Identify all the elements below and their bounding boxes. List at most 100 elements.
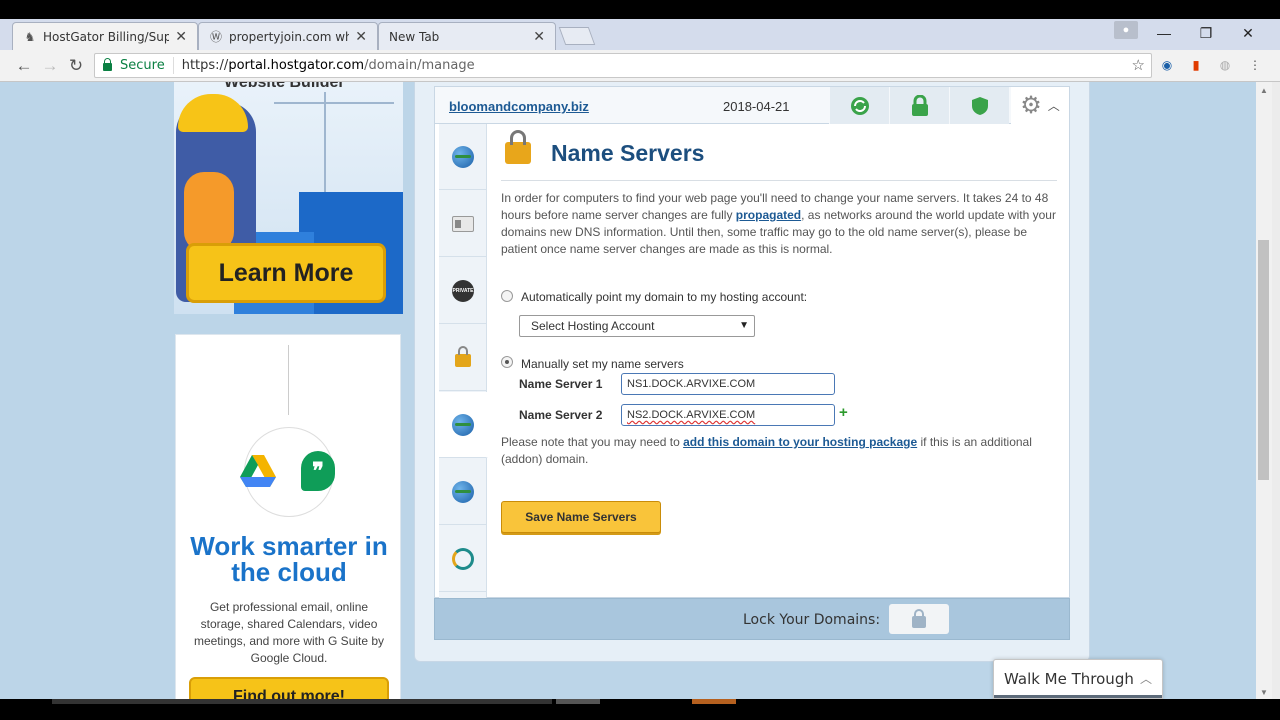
domain-row: bloomandcompany.biz 2018-04-21 ⚙ ︿	[434, 86, 1070, 124]
tab-title: HostGator Billing/Suppo	[43, 29, 170, 44]
hosting-account-select[interactable]: Select Hosting Account ▼	[519, 315, 755, 337]
ns1-input[interactable]: NS1.DOCK.ARVIXE.COM	[621, 373, 835, 395]
close-icon[interactable]: ✕	[355, 29, 367, 45]
tab-strip: ♞ HostGator Billing/Suppo ✕ Ⓦ propertyjo…	[0, 19, 1280, 50]
letterbox-top	[0, 0, 1280, 19]
privacy-cell[interactable]	[949, 87, 1009, 124]
office-icon[interactable]: ▮	[1187, 56, 1205, 74]
auto-point-label: Automatically point my domain to my host…	[521, 290, 808, 304]
globe-icon	[452, 145, 474, 168]
ad-headline: Work smarter in the cloud	[190, 531, 388, 587]
tab-propertyjoin[interactable]: Ⓦ propertyjoin.com whois | ✕	[198, 22, 378, 50]
dropdown-arrow-icon: ▼	[739, 320, 749, 331]
gator-icon: ♞	[24, 29, 36, 44]
add-name-server-icon[interactable]: +	[839, 404, 848, 421]
taskbar-item[interactable]	[556, 699, 600, 704]
scroll-down-icon[interactable]: ▼	[1260, 688, 1268, 697]
domain-name-link[interactable]: bloomandcompany.biz	[449, 99, 589, 114]
divider	[501, 180, 1057, 181]
menu-kebab-icon[interactable]: ⋮	[1246, 56, 1264, 74]
lock-domains-label: Lock Your Domains:	[743, 612, 881, 628]
scrollbar-thumb[interactable]	[1258, 240, 1269, 480]
sidenav-item-lock[interactable]	[439, 325, 487, 391]
walk-me-label: Walk Me Through	[1004, 670, 1134, 688]
manual-ns-radio[interactable]	[501, 356, 513, 368]
forward-arrow-icon[interactable]: →	[38, 54, 62, 78]
close-window-icon[interactable]: ✕	[1230, 19, 1266, 47]
select-value: Select Hosting Account	[531, 319, 655, 333]
gsuite-ad[interactable]: ❞ Work smarter in the cloud Get professi…	[175, 334, 401, 699]
crane-graphic	[324, 92, 326, 192]
wordpress-icon: Ⓦ	[209, 29, 222, 44]
name-servers-section: Name Servers In order for computers to f…	[501, 124, 1057, 598]
tab-title: propertyjoin.com whois |	[229, 29, 350, 44]
ns2-input[interactable]: NS2.DOCK.ARVIXE.COM	[621, 404, 835, 426]
page-title: Name Servers	[551, 140, 705, 166]
padlock-icon	[505, 130, 531, 164]
website-builder-ad[interactable]: Website Builder Learn More	[174, 82, 403, 314]
settings-toggle[interactable]: ⚙ ︿	[1011, 87, 1069, 124]
sidenav-item-contacts[interactable]	[439, 191, 487, 257]
ad-body: Get professional email, online storage, …	[193, 600, 385, 665]
chevron-up-icon: ︿	[1047, 99, 1060, 113]
sidenav-item-domain-overview[interactable]	[439, 124, 487, 190]
hangouts-icon: ❞	[301, 451, 335, 491]
lock-domains-toggle[interactable]	[889, 604, 949, 634]
scroll-up-icon[interactable]: ▲	[1260, 86, 1268, 95]
domain-lock-cell[interactable]	[889, 87, 949, 124]
id-card-icon	[452, 215, 474, 232]
close-icon[interactable]: ✕	[175, 29, 187, 45]
page-content: Website Builder Learn More ❞ Work smarte…	[0, 82, 1256, 699]
minimize-icon[interactable]: —	[1146, 19, 1182, 47]
auto-renew-icon	[850, 96, 869, 115]
url-text: https://portal.hostgator.com/domain/mana…	[174, 58, 475, 73]
ns1-label: Name Server 1	[519, 377, 603, 391]
page-scrollbar[interactable]: ▲ ▼	[1256, 82, 1272, 699]
learn-more-button[interactable]: Learn More	[186, 243, 386, 303]
sidenav-item-transfer[interactable]	[439, 526, 487, 592]
bookmark-star-icon[interactable]: ☆	[1132, 56, 1145, 74]
note-text-part: Please note that you may need to	[501, 435, 684, 449]
browser-toolbar: ← → ↻ Secure https://portal.hostgator.co…	[0, 50, 1280, 82]
back-arrow-icon[interactable]: ←	[12, 54, 36, 78]
taskbar-item[interactable]	[692, 699, 736, 704]
lock-icon	[912, 608, 926, 628]
globe-icon	[451, 413, 474, 436]
secure-indicator[interactable]: Secure	[95, 57, 174, 74]
tab-hostgator[interactable]: ♞ HostGator Billing/Suppo ✕	[12, 22, 198, 50]
globe-lock-icon	[452, 480, 474, 503]
domain-expiry-date: 2018-04-21	[723, 99, 790, 114]
transfer-icon	[452, 547, 474, 570]
globe-extension-icon[interactable]: ◍	[1216, 56, 1234, 74]
profile-icon[interactable]: ●	[1114, 21, 1138, 39]
auto-point-radio[interactable]	[501, 290, 513, 302]
sidenav-item-name-servers[interactable]	[439, 392, 488, 458]
restore-icon[interactable]: ❐	[1188, 19, 1224, 47]
tab-title: New Tab	[389, 29, 440, 44]
reload-icon[interactable]: ↻	[64, 54, 88, 78]
screen: ♞ HostGator Billing/Suppo ✕ Ⓦ propertyjo…	[0, 0, 1280, 720]
gator-belly	[184, 172, 234, 252]
ns2-label: Name Server 2	[519, 408, 603, 422]
walk-me-through-widget[interactable]: Walk Me Through ︿	[993, 659, 1163, 699]
window-edge	[1272, 82, 1280, 699]
add-domain-to-hosting-link[interactable]: add this domain to your hosting package	[683, 435, 917, 449]
sidenav-item-privacy[interactable]: PRIVATE	[439, 258, 487, 324]
save-name-servers-button[interactable]: Save Name Servers	[501, 501, 661, 533]
padlock-icon	[455, 346, 471, 367]
find-out-more-button[interactable]: Find out more!	[189, 677, 389, 699]
tab-new-tab[interactable]: New Tab ✕	[378, 22, 556, 50]
new-tab-button[interactable]	[558, 27, 596, 45]
extension-account-icon[interactable]: ◉	[1158, 56, 1176, 74]
close-icon[interactable]: ✕	[533, 29, 545, 45]
widget-underline	[994, 695, 1162, 698]
url-host: portal.hostgator.com	[228, 58, 365, 73]
propagated-link[interactable]: propagated	[736, 208, 801, 222]
private-badge-icon: PRIVATE	[452, 279, 474, 302]
auto-renew-cell[interactable]	[829, 87, 889, 124]
gear-icon: ⚙	[1020, 92, 1042, 119]
crane-arm-graphic	[274, 102, 394, 104]
lock-green-icon	[911, 94, 928, 116]
address-bar[interactable]: Secure https://portal.hostgator.com/doma…	[94, 53, 1152, 78]
sidenav-item-dns[interactable]	[439, 459, 487, 525]
